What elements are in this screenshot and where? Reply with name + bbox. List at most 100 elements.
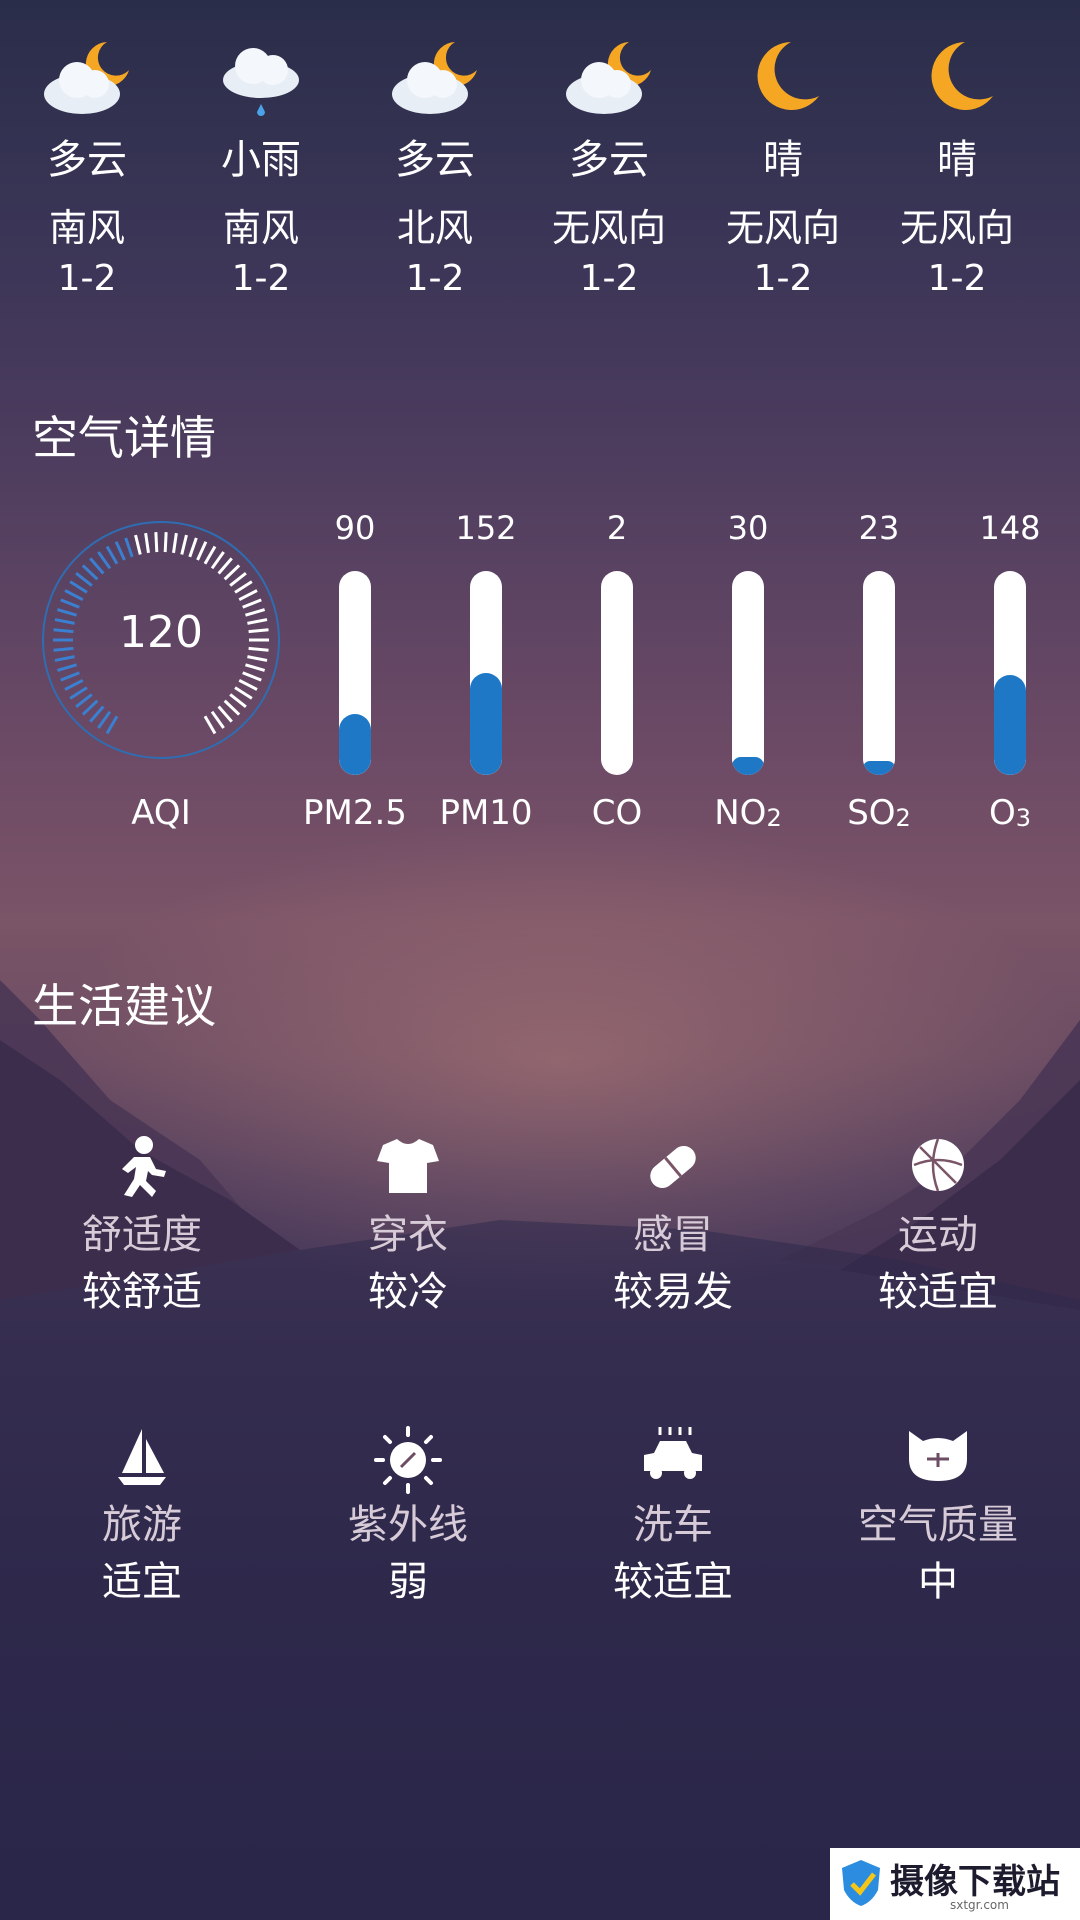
- life-item-value: 较冷: [368, 1269, 448, 1315]
- aqi-dial-tick: [60, 671, 80, 682]
- pollutant-pm10: 152 PM10: [421, 505, 551, 833]
- forecast-weather: 多云: [47, 137, 127, 183]
- life-item-clothing[interactable]: 穿衣 较冷: [273, 1135, 543, 1321]
- pollutant-name: NO2: [714, 793, 782, 833]
- aqi-dial-tick: [81, 699, 99, 716]
- aqi-dial-tick: [172, 532, 178, 554]
- pollutant-co: 2 CO: [552, 505, 682, 833]
- forecast-item: 多云 南风 1-2: [0, 20, 174, 304]
- forecast-weather: 小雨: [221, 137, 301, 183]
- aqi-dial-tick: [134, 534, 142, 555]
- pollutant-bar: [863, 571, 895, 775]
- forecast-weather: 多云: [395, 137, 475, 183]
- aqi-gauge: 120 AQI: [36, 515, 286, 835]
- light-rain-icon: [174, 20, 348, 130]
- aqi-dial-tick: [75, 693, 93, 708]
- life-item-uv[interactable]: 紫外线 弱: [273, 1425, 543, 1611]
- life-item-value: 适宜: [102, 1559, 182, 1605]
- pollutant-bar-fill: [994, 675, 1026, 775]
- aqi-dial-tick: [64, 589, 84, 602]
- life-item-label: 舒适度: [82, 1212, 202, 1258]
- life-suggestions-title: 生活建议: [32, 979, 216, 1033]
- car-wash-icon: [538, 1425, 808, 1497]
- life-item-comfort[interactable]: 舒适度 较舒适: [7, 1135, 277, 1321]
- life-item-label: 旅游: [102, 1502, 182, 1548]
- aqi-dial-tick: [238, 589, 258, 602]
- aqi-dial-tick: [69, 686, 88, 700]
- aqi-dial-tick: [217, 705, 233, 723]
- aqi-dial-tick: [144, 532, 150, 554]
- aqi-dial-tick: [245, 663, 266, 672]
- forecast-item: 晴 无风向 1-2: [696, 20, 870, 304]
- pollutant-value: 30: [727, 509, 769, 547]
- aqi-dial-tick: [89, 705, 105, 723]
- aqi-dial-tick: [81, 564, 99, 581]
- pollutant-bar: [994, 571, 1026, 775]
- air-details-title: 空气详情: [32, 411, 216, 465]
- forecast-item: 小雨 南风 1-2: [174, 20, 348, 304]
- forecast-wind-power: 1-2: [231, 258, 291, 299]
- aqi-dial-tick: [97, 551, 112, 570]
- aqi-dial-tick: [64, 678, 84, 691]
- aqi-dial-tick: [154, 532, 159, 553]
- life-item-label: 空气质量: [858, 1502, 1018, 1548]
- pill-icon: [538, 1135, 808, 1207]
- life-item-car-wash[interactable]: 洗车 较适宜: [538, 1425, 808, 1611]
- pollutant-bar: [732, 571, 764, 775]
- aqi-dial-tick: [105, 545, 119, 565]
- pollutant-so2: 23 SO2: [814, 505, 944, 833]
- forecast-wind-direction: 无风向: [551, 206, 666, 250]
- pollutant-bars: 90 PM2.5 152 PM10 2 CO 30 NO2 23 SO2 148…: [290, 505, 1080, 845]
- forecast-wind-power: 1-2: [927, 258, 987, 299]
- mask-cat-icon: [803, 1425, 1073, 1497]
- life-item-value: 弱: [388, 1559, 428, 1605]
- basketball-icon: [803, 1135, 1073, 1207]
- cloud-moon-icon: [0, 20, 174, 130]
- forecast-wind-direction: 无风向: [725, 206, 840, 250]
- pollutant-value: 23: [858, 509, 900, 547]
- sun-icon: [273, 1425, 543, 1497]
- life-item-value: 较适宜: [878, 1269, 998, 1315]
- aqi-dial-tick: [89, 557, 105, 575]
- aqi-dial-tick: [180, 534, 188, 555]
- forecast-wind-power: 1-2: [579, 258, 639, 299]
- life-item-travel[interactable]: 旅游 适宜: [7, 1425, 277, 1611]
- life-item-air-quality[interactable]: 空气质量 中: [803, 1425, 1073, 1611]
- forecast-weather: 晴: [937, 137, 977, 183]
- forecast-wind-direction: 北风: [396, 206, 473, 250]
- runner-icon: [7, 1135, 277, 1207]
- pollutant-bar-fill: [339, 713, 371, 775]
- aqi-dial-tick: [234, 580, 253, 594]
- life-item-cold[interactable]: 感冒 较易发: [538, 1135, 808, 1321]
- aqi-dial-tick: [188, 537, 198, 558]
- pollutant-value: 2: [606, 509, 628, 547]
- pollutant-bar-fill: [470, 673, 502, 775]
- aqi-dial-tick: [114, 541, 126, 561]
- pollutant-name: CO: [591, 793, 643, 833]
- life-item-sport[interactable]: 运动 较适宜: [803, 1135, 1073, 1321]
- aqi-dial-tick: [234, 686, 253, 700]
- life-item-label: 穿衣: [368, 1212, 448, 1258]
- life-item-value: 中: [918, 1559, 958, 1605]
- hourly-forecast-strip[interactable]: 多云 南风 1-2 小雨 南风 1-2 多云 北风 1-2 多云 无风向 1-2…: [0, 20, 1080, 310]
- site-watermark: 摄像下载站 sxtgr.com: [830, 1848, 1080, 1920]
- cloud-moon-icon: [348, 20, 522, 130]
- pollutant-o3: 148 O3: [945, 505, 1075, 833]
- pollutant-no2: 30 NO2: [683, 505, 813, 833]
- aqi-dial-tick: [124, 537, 134, 558]
- pollutant-bar: [470, 571, 502, 775]
- pollutant-name: O3: [988, 793, 1032, 833]
- pollutant-name: PM2.5: [303, 793, 407, 833]
- aqi-dial-tick: [238, 678, 258, 691]
- pollutant-bar: [339, 571, 371, 775]
- aqi-dial-tick: [97, 710, 112, 729]
- forecast-item: 多云 北风 1-2: [348, 20, 522, 304]
- life-item-value: 较易发: [613, 1269, 733, 1315]
- forecast-wind-power: 1-2: [57, 258, 117, 299]
- watermark-text: 摄像下载站: [890, 1862, 1060, 1902]
- forecast-weather: 多云: [569, 137, 649, 183]
- aqi-label: AQI: [131, 793, 191, 833]
- shield-logo-icon: [842, 1860, 880, 1906]
- pollutant-bar-fill: [863, 760, 895, 775]
- life-item-label: 感冒: [633, 1212, 713, 1258]
